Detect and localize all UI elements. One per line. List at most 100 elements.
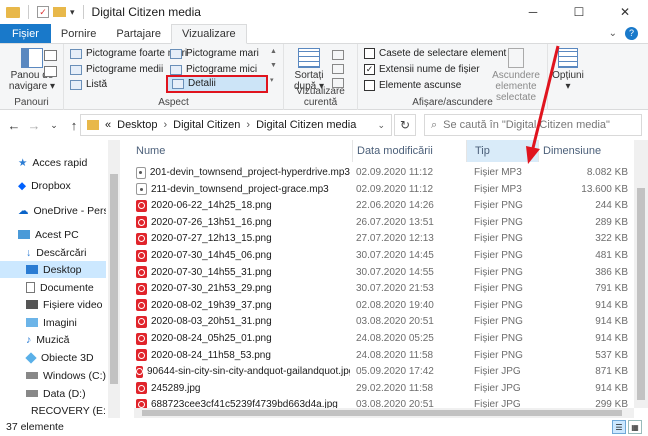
file-row[interactable]: 2020-08-24_11h58_53.png 24.08.2020 11:58 F… (134, 347, 634, 364)
file-list-horizontal-scrollbar[interactable] (134, 408, 634, 418)
file-list-vertical-scroll-thumb[interactable] (637, 188, 645, 400)
hide-selected-icon (508, 48, 524, 68)
chevron-right-icon: › (246, 119, 251, 131)
column-header-type[interactable]: Tip ⌄ (466, 140, 538, 162)
nav-item-windows-c[interactable]: Windows (C:) (0, 367, 106, 384)
file-row[interactable]: 211-devin_townsend_project-grace.mp3 02.0… (134, 181, 634, 198)
add-columns-icon[interactable] (332, 64, 344, 74)
file-name-cell: 2020-07-27_12h13_15.png (136, 230, 350, 247)
layout-details[interactable]: Detalii (172, 78, 216, 89)
file-name-cell: 201-devin_townsend_project-hyperdrive.mp… (136, 164, 350, 181)
nav-item-onedrive[interactable]: ☁ OneDrive - Personal (0, 202, 106, 219)
address-dropdown-icon[interactable]: ⌄ (377, 120, 385, 131)
file-type: Fișier JPG (474, 366, 521, 378)
details-pane-icon[interactable] (44, 66, 57, 77)
nav-item-3d-objects[interactable]: Obiecte 3D (0, 349, 106, 366)
checkbox-unchecked[interactable] (364, 48, 375, 59)
nav-pane-scrollbar[interactable] (108, 140, 120, 418)
properties-icon[interactable]: ✓ (37, 6, 49, 18)
nav-item-dropbox[interactable]: ◆ Dropbox (0, 177, 106, 194)
image-file-icon (136, 398, 147, 408)
close-button[interactable]: ✕ (602, 0, 648, 24)
layout-small-icons[interactable]: Pictograme mici (170, 64, 257, 75)
file-list-horizontal-scroll-thumb[interactable] (142, 410, 622, 416)
checkbox-checked[interactable]: ✓ (364, 64, 375, 75)
file-name-cell: 2020-08-24_11h58_53.png (136, 347, 350, 364)
nav-item-videos[interactable]: Fișiere video (0, 296, 106, 313)
nav-item-music[interactable]: ♪ Muzică (0, 331, 106, 348)
layout-list[interactable]: Listă (70, 79, 107, 90)
breadcrumb-desktop[interactable]: Desktop (117, 119, 157, 131)
nav-item-desktop[interactable]: Desktop (0, 261, 106, 278)
layout-scroll-down-icon[interactable]: ▼ (270, 62, 277, 69)
file-row[interactable]: 245289.jpg 29.02.2020 11:58 Fișier JPG 914 … (134, 380, 634, 397)
maximize-button[interactable]: ☐ (556, 0, 602, 24)
column-header-date[interactable]: Data modificării (352, 140, 466, 162)
options-button[interactable]: Opțiuni ▾ (550, 48, 586, 92)
nav-item-data-d[interactable]: Data (D:) (0, 385, 106, 402)
nav-item-pictures[interactable]: Imagini (0, 314, 106, 331)
checkbox-unchecked[interactable] (364, 80, 375, 91)
search-input[interactable]: ⌕ Se caută în "Digital Citizen media" (424, 114, 642, 136)
collapse-ribbon-icon[interactable]: ⌄ (609, 28, 617, 39)
column-header-size[interactable]: Dimensiune (538, 140, 634, 162)
help-icon[interactable]: ? (625, 27, 638, 40)
hidden-items-toggle[interactable]: Elemente ascunse (364, 80, 461, 91)
file-row[interactable]: 201-devin_townsend_project-hyperdrive.mp… (134, 164, 634, 181)
layout-large-icons[interactable]: Pictograme mari (170, 48, 259, 59)
file-row[interactable]: 2020-07-30_14h55_31.png 30.07.2020 14:55 F… (134, 264, 634, 281)
file-row[interactable]: 90644-sin-city-sin-city-andquot-gailandq… (134, 363, 634, 380)
file-row[interactable]: 2020-06-22_14h25_18.png 22.06.2020 14:26 F… (134, 197, 634, 214)
layout-medium-icons[interactable]: Pictograme medii (70, 64, 163, 75)
file-row[interactable]: 2020-07-27_12h13_15.png 27.07.2020 12:13 F… (134, 230, 634, 247)
breadcrumb-overflow[interactable]: « (105, 119, 111, 131)
quick-access-dropdown-icon[interactable]: ▾ (70, 7, 75, 18)
file-name: 2020-07-30_14h45_06.png (151, 250, 272, 261)
breadcrumb-digital-citizen-media[interactable]: Digital Citizen media (256, 119, 356, 131)
nav-item-quick-access[interactable]: ★ Acces rapid (0, 154, 106, 171)
tab-file[interactable]: Fișier (0, 24, 51, 43)
chevron-right-icon: › (163, 119, 168, 131)
minimize-button[interactable]: ─ (510, 0, 556, 24)
nav-item-this-pc[interactable]: Acest PC (0, 226, 106, 243)
group-by-icon[interactable] (332, 50, 344, 60)
forward-button[interactable]: → (24, 118, 44, 133)
file-row[interactable]: 2020-07-30_21h53_29.png 30.07.2020 21:53 F… (134, 280, 634, 297)
hide-selected-items-button[interactable]: Ascundere elemente selectate (484, 48, 548, 103)
navigation-pane: ★ Acces rapid ◆ Dropbox ☁ OneDrive - Per… (0, 140, 120, 418)
nav-item-documents[interactable]: Documente (0, 279, 106, 296)
file-list-vertical-scrollbar[interactable] (634, 140, 648, 408)
breadcrumb-digital-citizen[interactable]: Digital Citizen (173, 119, 240, 131)
file-name: 245289.jpg (151, 382, 201, 394)
chevron-down-icon[interactable]: ⌄ (526, 146, 534, 157)
nav-item-recovery-e[interactable]: RECOVERY (E:) (0, 402, 106, 418)
nav-item-downloads[interactable]: ↓ Descărcări (0, 244, 106, 261)
large-icons-view-toggle[interactable]: ▦ (628, 420, 642, 434)
recent-locations-button[interactable]: ⌄ (44, 120, 64, 131)
tab-home[interactable]: Pornire (51, 24, 106, 43)
preview-pane-icon[interactable] (44, 50, 57, 61)
new-folder-icon[interactable] (53, 7, 66, 17)
address-bar[interactable]: « Desktop › Digital Citizen › Digital Ci… (80, 114, 392, 136)
small-icons-icon (170, 64, 182, 75)
file-row[interactable]: 2020-08-03_20h51_31.png 03.08.2020 20:51 F… (134, 313, 634, 330)
layout-expand-icon[interactable]: ▾ (270, 76, 274, 84)
column-header-name[interactable]: Nume (134, 140, 352, 162)
file-row[interactable]: 2020-07-26_13h51_16.png 26.07.2020 13:51 F… (134, 214, 634, 231)
file-row[interactable]: 2020-08-24_05h25_01.png 24.08.2020 05:25 F… (134, 330, 634, 347)
tab-view[interactable]: Vizualizare (171, 24, 247, 44)
refresh-button[interactable]: ↻ (394, 114, 416, 136)
file-row[interactable]: 2020-07-30_14h45_06.png 30.07.2020 14:45 F… (134, 247, 634, 264)
file-type: Fișier JPG (474, 382, 521, 394)
tab-share[interactable]: Partajare (106, 24, 171, 43)
folder-icon (6, 6, 20, 18)
nav-pane-scroll-thumb[interactable] (110, 174, 118, 384)
document-icon (26, 282, 35, 293)
details-view-toggle[interactable]: ☰ (612, 420, 626, 434)
back-button[interactable]: ← (4, 118, 24, 133)
file-row[interactable]: 688723cee3cf41c5239f4739bd663d4a.jpg 03.0… (134, 396, 634, 408)
file-extensions-toggle[interactable]: ✓ Extensii nume de fișier (364, 64, 480, 75)
file-name: 2020-07-30_14h55_31.png (151, 266, 272, 278)
file-row[interactable]: 2020-08-02_19h39_37.png 02.08.2020 19:40 F… (134, 297, 634, 314)
layout-scroll-up-icon[interactable]: ▲ (270, 48, 277, 55)
